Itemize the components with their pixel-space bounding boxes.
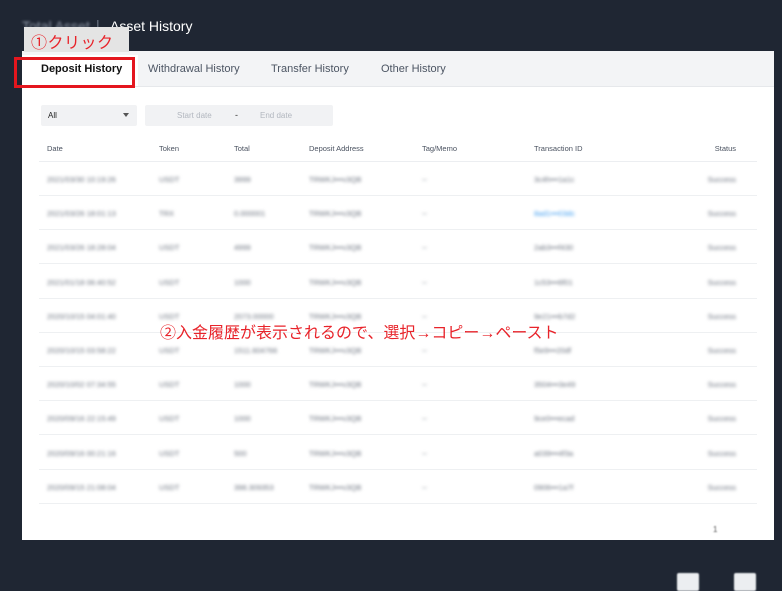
- cell-total: 1000: [234, 414, 251, 424]
- cell-token: USDT: [159, 243, 180, 253]
- cell-transaction-id: 9ce0•••ecad: [534, 414, 575, 424]
- column-header-token: Token: [159, 144, 180, 153]
- cell-date: 2020/10/15 03:58:22: [47, 346, 116, 355]
- cell-date: 2021/01/18 06:40:52: [47, 277, 116, 287]
- cell-total: 1000: [234, 277, 251, 287]
- cell-total: 1000: [234, 380, 251, 390]
- column-header-tag-memo: Tag/Memo: [422, 144, 458, 153]
- cell-date: 2020/10/15 04:01:40: [47, 311, 116, 321]
- column-header-transaction-id: Transaction ID: [534, 144, 583, 153]
- cell-total: 3999: [234, 175, 251, 184]
- cell-date: 2021/03/26 18:01:13: [47, 209, 116, 219]
- cell-deposit-address: TRWKJ•••v3QB: [309, 175, 362, 184]
- cell-transaction-id: f5e9•••20df: [534, 346, 572, 355]
- cell-transaction-id: 2ab3•••f430: [534, 243, 574, 253]
- start-date-input[interactable]: Start date: [177, 111, 212, 120]
- table-row: 2021/03/26 18:28:04 USDT 4999 TRWKJ•••v3QB -…: [22, 230, 774, 265]
- cell-status: Success: [707, 414, 736, 424]
- cell-deposit-address: TRWKJ•••v3QB: [309, 482, 362, 492]
- cell-transaction-id: 3c4h•••1a1c: [534, 175, 575, 184]
- highlight-box-deposit-tab: [14, 57, 135, 88]
- cell-status: Success: [707, 380, 736, 390]
- cell-deposit-address: TRWKJ•••v3QB: [309, 346, 362, 355]
- cell-date: 2020/09/16 22:15:49: [47, 414, 116, 424]
- date-range-separator: -: [235, 110, 238, 120]
- cell-token: USDT: [159, 380, 180, 390]
- pagination-current-page[interactable]: 1: [713, 525, 717, 534]
- cell-deposit-address: TRWKJ•••v3QB: [309, 209, 362, 219]
- cell-deposit-address: TRWKJ•••v3QB: [309, 243, 362, 253]
- table-row: 2020/09/15 21:08:04 USDT 398.309353 TRWKJ••…: [22, 470, 774, 504]
- cell-deposit-address: TRWKJ•••v3QB: [309, 414, 362, 424]
- cell-tag-memo: --: [422, 277, 427, 287]
- cell-total: 4999: [234, 243, 251, 253]
- cell-tag-memo: --: [422, 448, 427, 458]
- cell-token: USDT: [159, 346, 180, 355]
- token-select[interactable]: All: [41, 105, 137, 126]
- table-header: Date Token Total Deposit Address Tag/Mem…: [22, 141, 774, 161]
- tab-other-history[interactable]: Other History: [381, 63, 446, 75]
- cell-transaction-id: a039•••4f3a: [534, 448, 574, 458]
- annotation-instruction: ②入金履歴が表示されるので、選択→コピー→ペースト: [160, 325, 559, 342]
- cell-total: 1511.604766: [234, 346, 278, 355]
- cell-date: 2021/03/26 18:28:04: [47, 243, 116, 253]
- cell-tag-memo: --: [422, 209, 427, 219]
- cell-token: TRX: [159, 209, 174, 219]
- cell-total: 398.309353: [234, 482, 274, 492]
- cell-date: 2020/09/15 21:08:04: [47, 482, 116, 492]
- cell-date: 2020/10/02 07:34:55: [47, 380, 116, 390]
- cell-tag-memo: --: [422, 414, 427, 424]
- cell-date: 2020/09/16 00:21:16: [47, 448, 116, 458]
- cell-token: USDT: [159, 277, 180, 287]
- cell-date: 2021/03/30 10:19:26: [47, 175, 116, 184]
- cell-token: USDT: [159, 414, 180, 424]
- column-header-status: Status: [714, 144, 736, 153]
- cell-status: Success: [707, 209, 736, 219]
- tab-withdrawal-history[interactable]: Withdrawal History: [148, 63, 240, 75]
- cell-transaction-id: 0906•••1a7f: [534, 482, 574, 492]
- cell-tag-memo: --: [422, 243, 427, 253]
- cell-tag-memo: --: [422, 482, 427, 492]
- table-row: 2020/10/02 07:34:55 USDT 1000 TRWKJ•••v3QB -…: [22, 367, 774, 402]
- table-row: 2021/03/26 18:01:13 TRX 0.000001 TRWKJ•••v3…: [22, 196, 774, 231]
- column-header-total: Total: [234, 144, 250, 153]
- chevron-down-icon: [123, 113, 129, 117]
- cell-status: Success: [707, 175, 736, 184]
- cell-transaction-id: 3504•••3e49: [534, 380, 576, 390]
- cell-status: Success: [707, 482, 736, 492]
- cell-token: USDT: [159, 448, 180, 458]
- cell-status: Success: [707, 277, 736, 287]
- table-row: 2020/09/16 22:15:49 USDT 1000 TRWKJ•••v3QB -…: [22, 401, 774, 436]
- cell-transaction-id: 1c53•••6f01: [534, 277, 573, 287]
- date-range-picker[interactable]: Start date - End date: [145, 105, 333, 126]
- token-select-value: All: [48, 111, 57, 120]
- row-divider: [39, 502, 757, 504]
- cell-deposit-address: TRWKJ•••v3QB: [309, 277, 362, 287]
- cell-deposit-address: TRWKJ•••v3QB: [309, 380, 362, 390]
- column-header-date: Date: [47, 144, 63, 153]
- cell-deposit-address: TRWKJ•••v3QB: [309, 448, 362, 458]
- cell-tag-memo: --: [422, 175, 427, 184]
- column-header-deposit-address: Deposit Address: [309, 144, 364, 153]
- cell-token: USDT: [159, 482, 180, 492]
- table-row: 2021/03/30 10:19:26 USDT 3999 TRWKJ•••v3QB -…: [22, 162, 774, 196]
- next-page-button[interactable]: [734, 573, 756, 591]
- cell-status: Success: [707, 311, 736, 321]
- cell-status: Success: [707, 346, 736, 355]
- step-label-click: ①クリック: [31, 35, 114, 52]
- cell-transaction-id[interactable]: 8ad1•••03dc: [534, 209, 575, 218]
- cell-total: 500: [234, 448, 247, 458]
- cell-token: USDT: [159, 175, 180, 184]
- cell-tag-memo: --: [422, 346, 427, 355]
- table-row: 2021/01/18 06:40:52 USDT 1000 TRWKJ•••v3QB -…: [22, 265, 774, 299]
- cell-status: Success: [707, 243, 736, 253]
- cell-tag-memo: --: [422, 380, 427, 390]
- cell-status: Success: [707, 448, 736, 458]
- tab-transfer-history[interactable]: Transfer History: [271, 63, 349, 75]
- prev-page-button[interactable]: [677, 573, 699, 591]
- end-date-input[interactable]: End date: [260, 111, 292, 120]
- table-row: 2020/09/16 00:21:16 USDT 500 TRWKJ•••v3QB --…: [22, 436, 774, 470]
- cell-total: 0.000001: [234, 209, 266, 219]
- history-panel: Deposit History Withdrawal History Trans…: [22, 51, 774, 591]
